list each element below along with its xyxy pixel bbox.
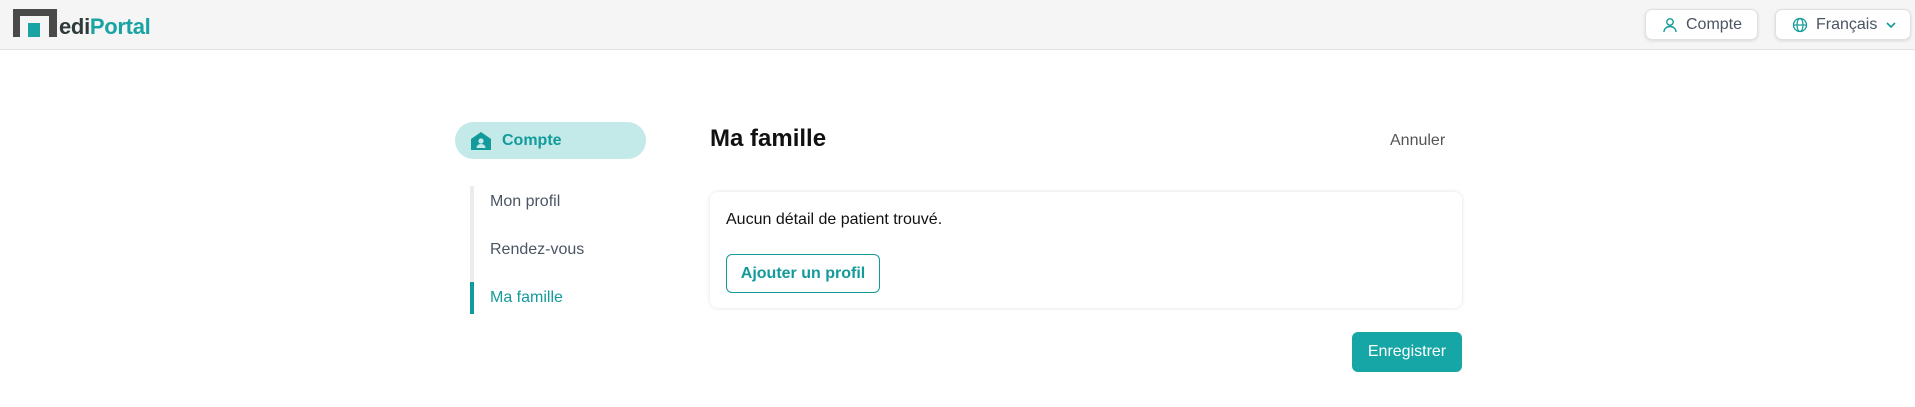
sidebar-active-indicator: [470, 282, 474, 314]
logo-text-part2: Portal: [89, 14, 151, 39]
account-button-label: Compte: [1686, 15, 1743, 33]
add-profile-button[interactable]: Ajouter un profil: [726, 254, 880, 293]
page-title: Ma famille: [710, 125, 827, 152]
logo-mark-icon: [13, 9, 57, 39]
language-selector[interactable]: Français: [1775, 9, 1911, 40]
logo[interactable]: ediPortal: [13, 9, 151, 40]
home-account-icon: [471, 131, 491, 150]
logo-text-part1: edi: [59, 14, 90, 39]
cancel-button[interactable]: Annuler: [1390, 132, 1445, 150]
sidebar-item-mon-profil[interactable]: Mon profil: [490, 193, 560, 211]
sidebar-section-account[interactable]: Compte: [455, 122, 646, 159]
empty-message: Aucun détail de patient trouvé.: [726, 211, 943, 228]
sidebar-item-ma-famille[interactable]: Ma famille: [490, 289, 563, 307]
chevron-down-icon: [1886, 21, 1896, 28]
family-card: Aucun détail de patient trouvé. Ajouter …: [710, 192, 1462, 308]
logo-text: ediPortal: [59, 14, 151, 40]
sidebar-section-label: Compte: [502, 131, 562, 149]
account-button[interactable]: Compte: [1645, 9, 1758, 40]
sidebar-item-rendez-vous[interactable]: Rendez-vous: [490, 241, 584, 259]
globe-icon: [1792, 17, 1808, 32]
account-icon: [1663, 17, 1677, 32]
save-button[interactable]: Enregistrer: [1352, 332, 1462, 372]
top-bar: ediPortal Compte Français: [0, 0, 1915, 50]
language-label: Français: [1816, 15, 1878, 33]
